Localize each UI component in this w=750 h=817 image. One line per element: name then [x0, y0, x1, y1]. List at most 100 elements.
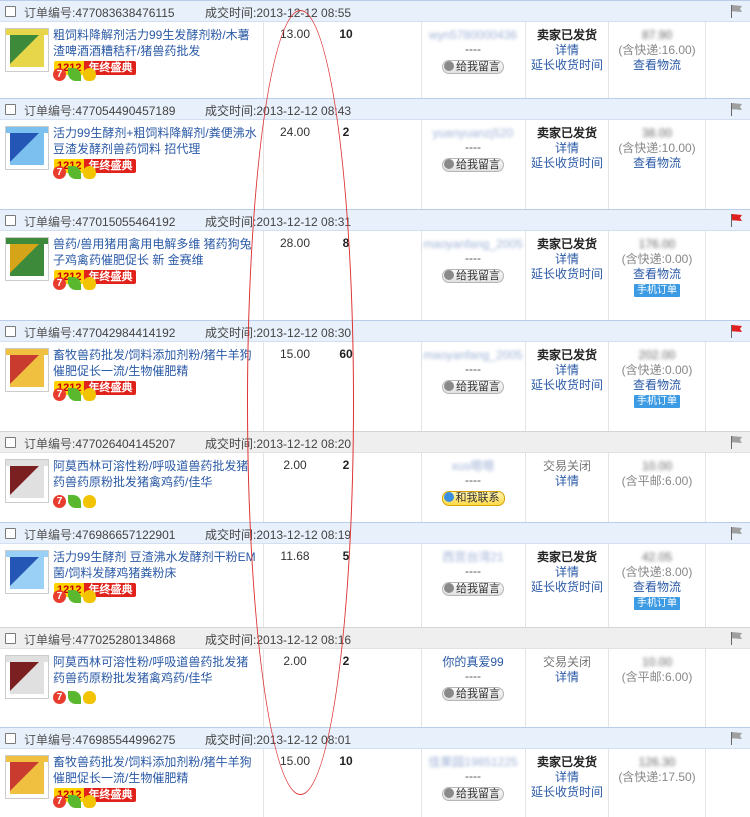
product-title[interactable]: 阿莫西林可溶性粉/呼吸道兽药批发猪药兽药原粉批发猪禽鸡药/佳华	[53, 458, 258, 490]
product-thumbnail[interactable]	[5, 28, 49, 72]
order-checkbox[interactable]	[5, 437, 16, 448]
product-title-text[interactable]: 畜牧兽药批发/饲料添加剂粉/猪牛羊狗催肥促长一流/生物催肥精	[53, 348, 252, 378]
product-title-text[interactable]: 阿莫西林可溶性粉/呼吸道兽药批发猪药兽药原粉批发猪禽鸡药/佳华	[53, 655, 248, 685]
view-logistics-link[interactable]: 查看物流	[612, 267, 702, 282]
product-thumbnail[interactable]	[5, 550, 49, 594]
flag-icon[interactable]	[731, 436, 743, 449]
details-link[interactable]: 详情	[528, 770, 606, 785]
order-checkbox[interactable]	[5, 733, 16, 744]
leave-message-button[interactable]: 给我留言	[442, 158, 504, 172]
buyer-name[interactable]: maoyanfang_2005	[423, 237, 523, 251]
product-title-text[interactable]: 活力99生酵剂 豆渣沸水发酵剂干粉EM菌/饲料发酵鸡猪粪粉床	[53, 550, 256, 580]
details-link[interactable]: 详情	[528, 363, 606, 378]
buyer-name[interactable]: wyn5780000436	[423, 28, 523, 42]
leaf-icon	[68, 388, 81, 402]
leave-message-button[interactable]: 给我留言	[442, 269, 504, 283]
unit-price: 2.00	[283, 654, 307, 668]
flag-cloth	[732, 527, 742, 534]
order-block: 订单编号:477025280134868 成交时间:2013-12-12 08:1…	[0, 627, 750, 727]
unit-price: 15.00	[279, 754, 311, 768]
extend-receipt-link[interactable]: 延长收货时间	[528, 267, 606, 282]
product-thumbnail[interactable]	[5, 126, 49, 170]
order-header: 订单编号:477025280134868 成交时间:2013-12-12 08:1…	[0, 627, 750, 649]
column-divider	[608, 120, 609, 209]
flag-icon[interactable]	[731, 214, 743, 227]
column-divider	[525, 22, 526, 98]
order-checkbox[interactable]	[5, 104, 16, 115]
product-title-text[interactable]: 畜牧兽药批发/饲料添加剂粉/猪牛羊狗催肥促长一流/生物催肥精	[53, 755, 252, 785]
order-checkbox[interactable]	[5, 215, 16, 226]
extend-receipt-link[interactable]: 延长收货时间	[528, 58, 606, 73]
product-title-text[interactable]: 活力99生酵剂+粗饲料降解剂/粪便沸水豆渣发酵剂兽药饲料 招代理	[53, 126, 257, 156]
details-link[interactable]: 详情	[528, 252, 606, 267]
package-stripe	[6, 29, 48, 35]
column-divider	[421, 120, 422, 209]
order-status: 交易关闭	[542, 655, 591, 669]
order-block: 订单编号:477015055464192 成交时间:2013-12-12 08:3…	[0, 209, 750, 320]
product-thumbnail[interactable]	[5, 755, 49, 799]
buyer-dash: ----	[465, 473, 481, 487]
order-header: 订单编号:477042984414192 成交时间:2013-12-12 08:3…	[0, 320, 750, 342]
buyer-name[interactable]: 佳果园19851225	[423, 755, 523, 769]
order-number: 订单编号:476986657122901	[24, 526, 175, 543]
details-link[interactable]: 详情	[528, 43, 606, 58]
extend-receipt-link[interactable]: 延长收货时间	[528, 156, 606, 171]
view-logistics-link[interactable]: 查看物流	[612, 156, 702, 171]
product-thumbnail[interactable]	[5, 237, 49, 281]
flag-icon[interactable]	[731, 632, 743, 645]
leave-message-button[interactable]: 给我留言	[442, 380, 504, 394]
product-title-text[interactable]: 阿莫西林可溶性粉/呼吸道兽药批发猪药兽药原粉批发猪禽鸡药/佳华	[53, 459, 248, 489]
buyer-name[interactable]: xus嗯嗯	[423, 459, 523, 473]
buyer-name[interactable]: 你的真爱99	[423, 655, 523, 669]
view-logistics-link[interactable]: 查看物流	[612, 378, 702, 393]
product-title-text[interactable]: 兽药/兽用猪用禽用电解多维 猪药狗兔子鸡禽药催肥促长 新 金赛维	[53, 237, 252, 267]
extend-receipt-link[interactable]: 延长收货时间	[528, 378, 606, 393]
details-link[interactable]: 详情	[528, 565, 606, 580]
contact-me-button[interactable]: 和我联系	[441, 491, 505, 506]
extend-receipt-link[interactable]: 延长收货时间	[528, 785, 606, 800]
column-divider	[608, 342, 609, 431]
extend-receipt-link[interactable]: 延长收货时间	[528, 580, 606, 595]
order-checkbox[interactable]	[5, 633, 16, 644]
product-thumbnail[interactable]	[5, 459, 49, 503]
buyer-name[interactable]: 西宫台湾21	[423, 550, 523, 564]
leave-message-button[interactable]: 给我留言	[442, 60, 504, 74]
flag-icon[interactable]	[731, 103, 743, 116]
order-number: 订单编号:477025280134868	[24, 631, 175, 648]
product-thumbnail[interactable]	[5, 348, 49, 392]
column-divider	[525, 649, 526, 727]
amount-column: 202.00 (含快递:0.00) 查看物流 手机订单	[612, 348, 702, 408]
product-package	[10, 131, 44, 165]
deal-time: 成交时间:2013-12-12 08:30	[205, 324, 351, 341]
leave-message-button[interactable]: 给我留言	[442, 687, 504, 701]
column-divider	[421, 544, 422, 627]
mobile-order-row: 手机订单	[612, 393, 702, 408]
order-checkbox[interactable]	[5, 6, 16, 17]
flag-cloth	[732, 436, 742, 443]
deal-time-label: 成交时间:	[205, 6, 257, 20]
flag-icon[interactable]	[731, 732, 743, 745]
order-number-value: 477015055464192	[75, 215, 176, 229]
buyer-name[interactable]: maoyanfang_2005	[423, 348, 523, 362]
details-link[interactable]: 详情	[528, 474, 606, 489]
details-link[interactable]: 详情	[528, 670, 606, 685]
leave-message-button[interactable]: 给我留言	[442, 582, 504, 596]
flag-icon[interactable]	[731, 527, 743, 540]
details-link[interactable]: 详情	[528, 141, 606, 156]
order-status: 卖家已发货	[536, 550, 597, 564]
order-checkbox[interactable]	[5, 326, 16, 337]
flag-cloth	[732, 103, 742, 110]
product-title[interactable]: 阿莫西林可溶性粉/呼吸道兽药批发猪药兽药原粉批发猪禽鸡药/佳华	[53, 654, 258, 686]
order-body: 兽药/兽用猪用禽用电解多维 猪药狗兔子鸡禽药催肥促长 新 金赛维1212年终盛典…	[0, 231, 750, 320]
buyer-name[interactable]: yuanyuanzj520	[423, 126, 523, 140]
column-divider	[263, 231, 264, 320]
product-thumbnail[interactable]	[5, 655, 49, 699]
order-checkbox[interactable]	[5, 528, 16, 539]
buyer-column: yuanyuanzj520 ---- 给我留言	[423, 126, 523, 172]
flag-icon[interactable]	[731, 5, 743, 18]
leave-message-button[interactable]: 给我留言	[442, 787, 504, 801]
flag-icon[interactable]	[731, 325, 743, 338]
product-title-text[interactable]: 粗饲料降解剂活力99生发酵剂粉/木薯渣啤酒酒糟秸秆/猪兽药批发	[53, 28, 250, 58]
view-logistics-link[interactable]: 查看物流	[612, 58, 702, 73]
view-logistics-link[interactable]: 查看物流	[612, 580, 702, 595]
